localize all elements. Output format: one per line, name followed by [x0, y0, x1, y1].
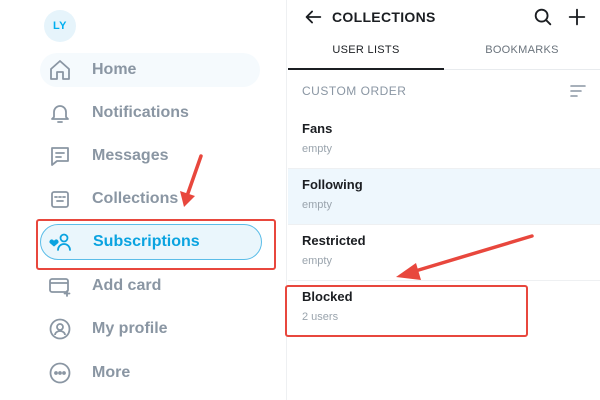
- home-icon: [46, 56, 74, 84]
- list-item-following[interactable]: Following empty: [288, 169, 600, 225]
- list-title: Fans: [302, 121, 333, 136]
- sidebar-item-home[interactable]: Home: [40, 53, 260, 87]
- sidebar-item-label: Add card: [92, 277, 162, 294]
- sidebar-item-label: Collections: [92, 190, 179, 207]
- search-icon[interactable]: [532, 6, 554, 28]
- sidebar-item-label: Messages: [92, 147, 169, 164]
- sidebar-item-label: Home: [92, 61, 137, 78]
- sidebar-item-messages[interactable]: Messages: [40, 139, 260, 173]
- avatar[interactable]: LY: [44, 10, 76, 42]
- more-icon: [46, 359, 74, 387]
- page-title: COLLECTIONS: [332, 9, 436, 25]
- sidebar-item-label: My profile: [92, 320, 168, 337]
- list-item-fans[interactable]: Fans empty: [288, 113, 600, 169]
- annotation-box-blocked: [285, 285, 528, 337]
- header: COLLECTIONS: [288, 0, 600, 34]
- tab-bookmarks[interactable]: BOOKMARKS: [444, 36, 600, 70]
- list-title: Restricted: [302, 233, 366, 248]
- message-icon: [46, 142, 74, 170]
- tab-bar: USER LISTS BOOKMARKS: [288, 36, 600, 70]
- sidebar: LY Home Notifications Messages Collectio…: [0, 0, 287, 400]
- bell-icon: [46, 99, 74, 127]
- list-subtitle: empty: [302, 255, 332, 267]
- card-icon: [46, 272, 74, 300]
- list-subtitle: empty: [302, 199, 332, 211]
- profile-icon: [46, 315, 74, 343]
- list-subtitle: empty: [302, 143, 332, 155]
- section-heading: CUSTOM ORDER: [302, 84, 407, 98]
- collections-panel: COLLECTIONS USER LISTS BOOKMARKS CUSTOM …: [288, 0, 600, 400]
- tab-user-lists[interactable]: USER LISTS: [288, 36, 444, 70]
- sidebar-item-collections[interactable]: Collections: [40, 182, 260, 216]
- sidebar-item-add-card[interactable]: Add card: [40, 269, 260, 303]
- annotation-box-subscriptions: [36, 219, 276, 270]
- back-arrow-icon[interactable]: [302, 6, 324, 28]
- sidebar-item-my-profile[interactable]: My profile: [40, 312, 260, 346]
- collections-icon: [46, 185, 74, 213]
- sidebar-item-label: More: [92, 364, 131, 381]
- list-title: Following: [302, 177, 363, 192]
- sort-icon[interactable]: [568, 82, 588, 100]
- sidebar-item-notifications[interactable]: Notifications: [40, 96, 260, 130]
- list-item-restricted[interactable]: Restricted empty: [288, 225, 600, 281]
- sidebar-item-label: Notifications: [92, 104, 189, 121]
- sidebar-item-more[interactable]: More: [40, 356, 260, 390]
- add-icon[interactable]: [566, 6, 588, 28]
